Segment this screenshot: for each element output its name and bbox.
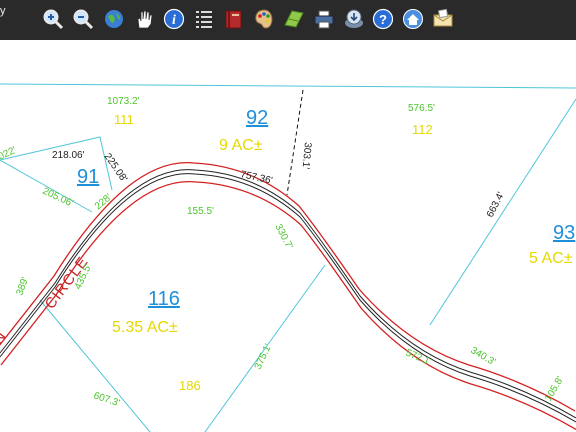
dimension-label: 663.4' [485,190,507,219]
dimension-label: 576.5' [408,103,435,114]
lot-acreage-92: 9 AC± [219,137,263,154]
parcel-label-186: 186 [179,378,201,393]
list-icon[interactable] [193,8,215,30]
dimension-label: 572.1' [404,348,433,368]
info-icon[interactable]: i [163,8,185,30]
zoom-out-icon[interactable] [72,8,94,30]
dimension-label: 218.06' [52,150,85,161]
lot-line-north [0,83,576,89]
zoom-in-icon[interactable] [42,8,64,30]
lot-acreage-93: 5 AC± [529,250,573,267]
palette-icon[interactable] [253,8,275,30]
toolbar-partial-text: y [0,5,6,17]
road-edge-north [0,161,576,412]
dimension-label: 340.3' [469,345,498,368]
map-sheet-icon[interactable] [283,8,305,30]
dimension-label: 105.8' [543,375,566,404]
dimension-label: 205.06' [41,186,75,210]
dimension-label: 607.3' [92,390,121,409]
svg-text:i: i [172,13,176,28]
road-edge-south [0,180,576,431]
dimension-label: 375.1' [253,342,274,371]
road [0,161,576,431]
lot-number-93[interactable]: 93 [553,222,575,244]
dimension-label: 155.5' [187,206,214,217]
book-icon[interactable] [223,8,245,30]
lot-number-91[interactable]: 91 [77,166,99,188]
dimension-label: 225.08' [102,151,130,184]
dimension-label: 022' [0,145,18,163]
help-icon[interactable]: ? [372,8,394,30]
parcel-label-111: 111 [114,112,134,127]
dashed-lot-line [286,89,304,196]
svg-text:?: ? [379,12,387,27]
dimension-label: 303.1' [300,142,313,170]
pan-hand-icon[interactable] [133,8,155,30]
globe-icon[interactable] [103,8,125,30]
download-icon[interactable] [343,8,365,30]
map-toolbar: y i ? [0,0,576,40]
mail-icon[interactable] [432,8,454,30]
lot-boundaries [0,83,576,432]
print-icon[interactable] [313,8,335,30]
lot-acreage-116: 5.35 AC± [112,319,178,336]
parcel-map[interactable]: CIRCLE N 92 9 AC± 91 116 5.35 AC± 93 5 A… [0,40,576,432]
lot-line-93-west [429,98,576,326]
dimension-label: 1073.2' [107,96,140,107]
dimension-label: 330.7' [272,222,294,251]
lot-number-92[interactable]: 92 [246,107,268,129]
parcel-map-canvas[interactable]: CIRCLE N 92 9 AC± 91 116 5.35 AC± 93 5 A… [0,40,576,432]
parcel-label-112: 112 [412,122,433,137]
lot-number-116[interactable]: 116 [148,288,180,310]
home-icon[interactable] [402,8,424,30]
road-name-partial: N [0,328,10,348]
dimension-label: 389' [14,276,31,297]
